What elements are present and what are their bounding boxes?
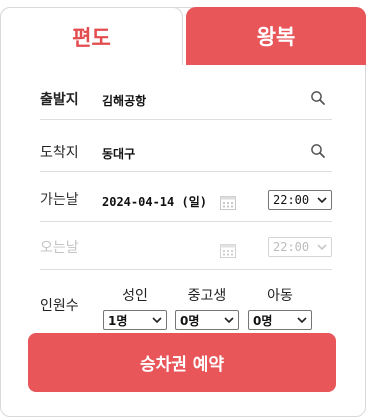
go-time-select[interactable]: 22:00 xyxy=(268,190,332,210)
adult-select[interactable]: 1명 xyxy=(103,310,167,330)
passengers-label: 인원수 xyxy=(40,298,79,314)
return-time-value: 22:00 xyxy=(273,240,310,254)
chevron-down-icon xyxy=(152,317,162,324)
youth-select[interactable]: 0명 xyxy=(175,310,239,330)
youth-label: 중고생 xyxy=(187,288,227,304)
departure-label: 출발지 xyxy=(40,92,79,108)
tab-roundtrip[interactable]: 왕복 xyxy=(186,7,366,65)
go-time-value: 22:00 xyxy=(273,193,310,207)
go-date-label: 가는날 xyxy=(40,192,79,208)
search-icon[interactable] xyxy=(310,90,326,106)
chevron-down-icon xyxy=(317,244,327,251)
chevron-down-icon xyxy=(224,317,234,324)
child-value: 0명 xyxy=(253,313,273,328)
adult-value: 1명 xyxy=(108,313,128,328)
arrival-label: 도착지 xyxy=(40,145,79,161)
child-select[interactable]: 0명 xyxy=(248,310,312,330)
return-date-label: 오는날 xyxy=(40,240,79,256)
return-date-row: 오는날 22:00 xyxy=(40,227,332,270)
book-ticket-button[interactable]: 승차권 예약 xyxy=(28,333,336,392)
arrival-row[interactable]: 도착지 동대구 xyxy=(40,134,332,172)
child-label: 아동 xyxy=(267,288,293,304)
calendar-icon xyxy=(220,244,236,258)
youth-value: 0명 xyxy=(180,313,200,328)
tab-oneway[interactable]: 편도 xyxy=(0,7,183,65)
chevron-down-icon xyxy=(297,317,307,324)
adult-label: 성인 xyxy=(122,288,148,304)
go-date-row: 가는날 2024-04-14 (일) 22:00 xyxy=(40,180,332,222)
go-date-value[interactable]: 2024-04-14 (일) xyxy=(102,193,207,210)
tab-oneway-label: 편도 xyxy=(72,25,111,50)
calendar-icon[interactable] xyxy=(220,195,236,210)
arrival-value[interactable]: 동대구 xyxy=(102,145,135,162)
departure-value[interactable]: 김해공항 xyxy=(102,92,146,109)
departure-row[interactable]: 출발지 김해공항 xyxy=(40,82,332,120)
tab-roundtrip-label: 왕복 xyxy=(256,25,296,49)
return-time-select: 22:00 xyxy=(268,237,332,257)
book-ticket-label: 승차권 예약 xyxy=(139,355,225,375)
search-icon[interactable] xyxy=(310,143,326,159)
chevron-down-icon xyxy=(317,197,327,204)
